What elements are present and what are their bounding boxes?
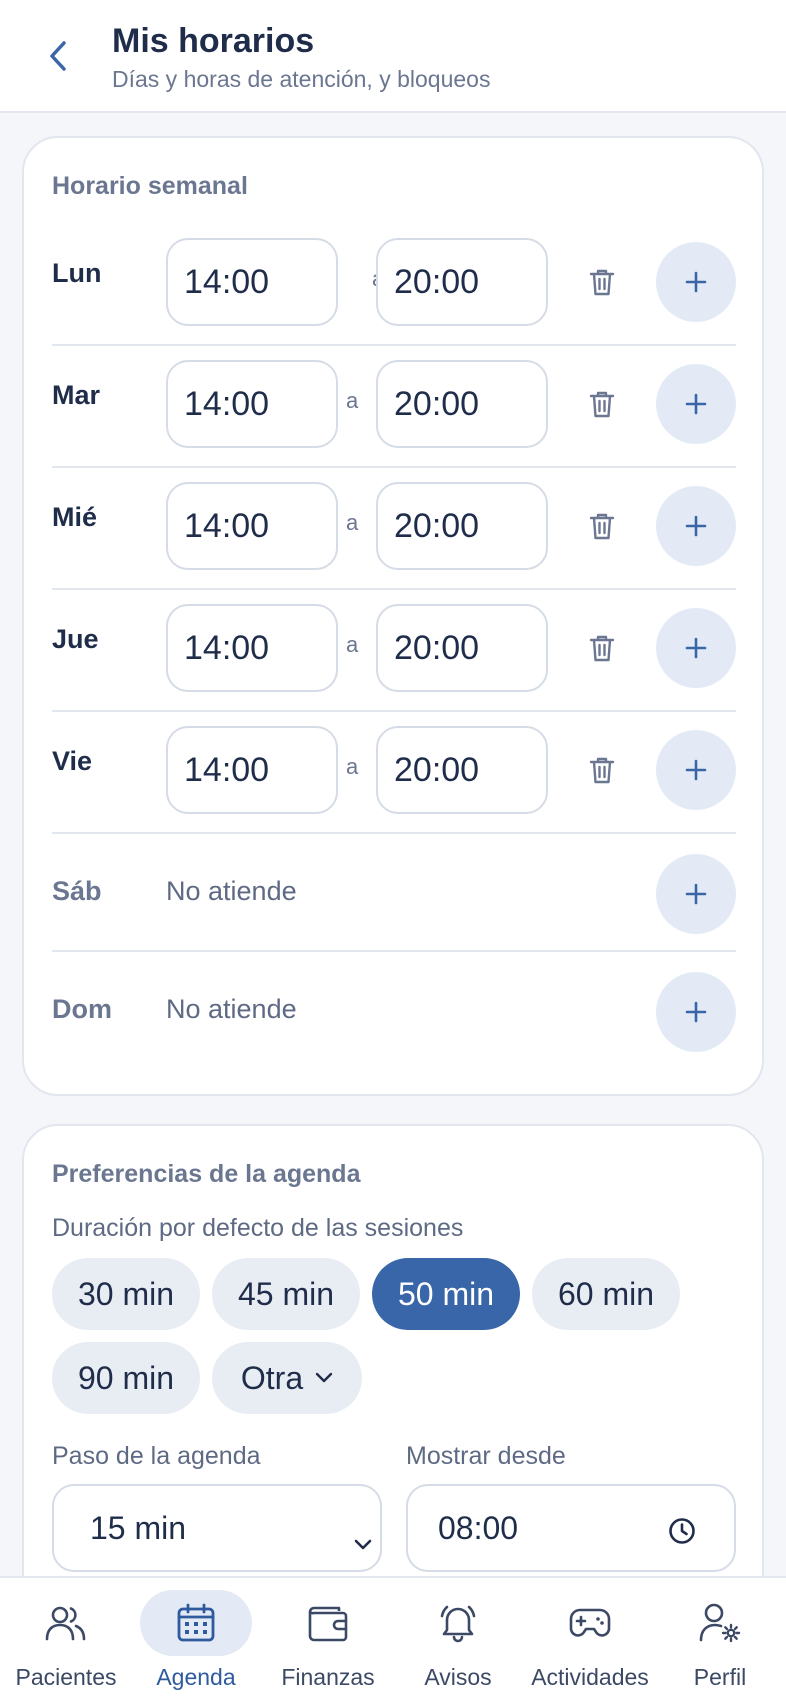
add-slot-button[interactable] <box>656 972 736 1052</box>
duration-label: Duración por defecto de las sesiones <box>52 1214 464 1242</box>
time-separator: a <box>346 632 359 657</box>
clock-icon <box>668 1516 696 1553</box>
plus-icon <box>685 759 707 781</box>
nav-label: Finanzas <box>281 1664 375 1690</box>
duration-chip-90[interactable]: 90 min <box>52 1342 200 1414</box>
day-row-mie: Mié 14:00 a 20:00 <box>52 468 736 590</box>
step-value: 15 min <box>90 1509 187 1546</box>
time-separator: a <box>346 510 359 535</box>
duration-chip-30[interactable]: 30 min <box>52 1258 200 1330</box>
time-separator: a <box>346 388 359 413</box>
bell-icon <box>402 1590 514 1656</box>
user-settings-icon <box>664 1590 776 1656</box>
start-time-input[interactable]: 14:00 <box>166 360 338 448</box>
day-row-jue: Jue 14:00 a 20:00 <box>52 590 736 712</box>
other-duration-label: Otra <box>240 1359 304 1396</box>
top-header: Mis horarios Días y horas de atención, y… <box>0 0 786 113</box>
wallet-icon <box>272 1590 384 1656</box>
weekly-schedule-title: Horario semanal <box>52 172 248 200</box>
add-slot-button[interactable] <box>656 854 736 934</box>
duration-chip-50[interactable]: 50 min <box>372 1258 520 1330</box>
duration-chip-60[interactable]: 60 min <box>532 1258 680 1330</box>
step-select[interactable]: 15 min <box>52 1484 382 1572</box>
day-label: Mar <box>52 380 101 410</box>
delete-slot-button[interactable] <box>582 750 622 790</box>
nav-label: Actividades <box>531 1664 649 1690</box>
trash-icon <box>589 513 615 540</box>
page-title: Mis horarios <box>112 22 315 60</box>
nav-label: Perfil <box>693 1664 747 1690</box>
day-row-dom: Dom No atiende <box>52 952 736 1070</box>
step-label: Paso de la agenda <box>52 1442 261 1470</box>
day-row-sab: Sáb No atiende <box>52 834 736 952</box>
trash-icon <box>589 635 615 662</box>
preferences-title: Preferencias de la agenda <box>52 1160 361 1188</box>
end-time-input[interactable]: 20:00 <box>376 238 548 326</box>
weekly-schedule-card: Horario semanal Lun 14:00 a 20:00 Mar 14… <box>22 136 764 1096</box>
nav-item-perfil[interactable]: Perfil <box>664 1578 776 1704</box>
chevron-down-icon <box>354 1522 372 1559</box>
add-slot-button[interactable] <box>656 364 736 444</box>
delete-slot-button[interactable] <box>582 384 622 424</box>
day-row-lun: Lun 14:00 a 20:00 <box>52 224 736 346</box>
show-from-label: Mostrar desde <box>406 1442 566 1470</box>
show-from-input[interactable]: 08:00 <box>406 1484 736 1572</box>
add-slot-button[interactable] <box>656 242 736 322</box>
nav-item-pacientes[interactable]: Pacientes <box>10 1578 122 1704</box>
day-row-vie: Vie 14:00 a 20:00 <box>52 712 736 834</box>
day-label: Sáb <box>52 876 102 906</box>
calendar-icon <box>140 1590 252 1656</box>
start-time-input[interactable]: 14:00 <box>166 726 338 814</box>
add-slot-button[interactable] <box>656 730 736 810</box>
nav-item-agenda[interactable]: Agenda <box>140 1578 252 1704</box>
delete-slot-button[interactable] <box>582 506 622 546</box>
nav-label: Avisos <box>424 1664 492 1690</box>
start-time-input[interactable]: 14:00 <box>166 482 338 570</box>
duration-chip-other[interactable]: Otra <box>212 1342 362 1414</box>
plus-icon <box>685 1001 707 1023</box>
trash-icon <box>589 269 615 296</box>
plus-icon <box>685 271 707 293</box>
chevron-left-icon <box>50 41 66 71</box>
closed-status: No atiende <box>166 876 297 906</box>
trash-icon <box>589 391 615 418</box>
time-separator: a <box>346 754 359 779</box>
plus-icon <box>685 515 707 537</box>
bottom-nav: Pacientes Agenda Finanzas Avisos Activid… <box>0 1576 786 1704</box>
trash-icon <box>589 757 615 784</box>
nav-label: Pacientes <box>15 1664 117 1690</box>
day-label: Jue <box>52 624 99 654</box>
start-time-input[interactable]: 14:00 <box>166 238 338 326</box>
start-time-input[interactable]: 14:00 <box>166 604 338 692</box>
day-row-mar: Mar 14:00 a 20:00 <box>52 346 736 468</box>
gamepad-icon <box>534 1590 646 1656</box>
plus-icon <box>685 637 707 659</box>
page-subtitle: Días y horas de atención, y bloqueos <box>112 66 491 92</box>
closed-status: No atiende <box>166 994 297 1024</box>
users-icon <box>10 1590 122 1656</box>
add-slot-button[interactable] <box>656 608 736 688</box>
duration-chip-45[interactable]: 45 min <box>212 1258 360 1330</box>
plus-icon <box>685 393 707 415</box>
day-label: Lun <box>52 258 102 288</box>
end-time-input[interactable]: 20:00 <box>376 482 548 570</box>
show-from-value: 08:00 <box>438 1509 519 1546</box>
end-time-input[interactable]: 20:00 <box>376 726 548 814</box>
delete-slot-button[interactable] <box>582 628 622 668</box>
day-label: Dom <box>52 994 112 1024</box>
day-label: Mié <box>52 502 98 532</box>
end-time-input[interactable]: 20:00 <box>376 604 548 692</box>
day-label: Vie <box>52 746 93 776</box>
nav-item-finanzas[interactable]: Finanzas <box>272 1578 384 1704</box>
end-time-input[interactable]: 20:00 <box>376 360 548 448</box>
back-button[interactable] <box>38 36 78 76</box>
add-slot-button[interactable] <box>656 486 736 566</box>
chevron-down-icon <box>315 1372 333 1384</box>
plus-icon <box>685 883 707 905</box>
nav-label: Agenda <box>156 1664 236 1690</box>
nav-item-avisos[interactable]: Avisos <box>402 1578 514 1704</box>
delete-slot-button[interactable] <box>582 262 622 302</box>
nav-item-actividades[interactable]: Actividades <box>531 1578 649 1704</box>
